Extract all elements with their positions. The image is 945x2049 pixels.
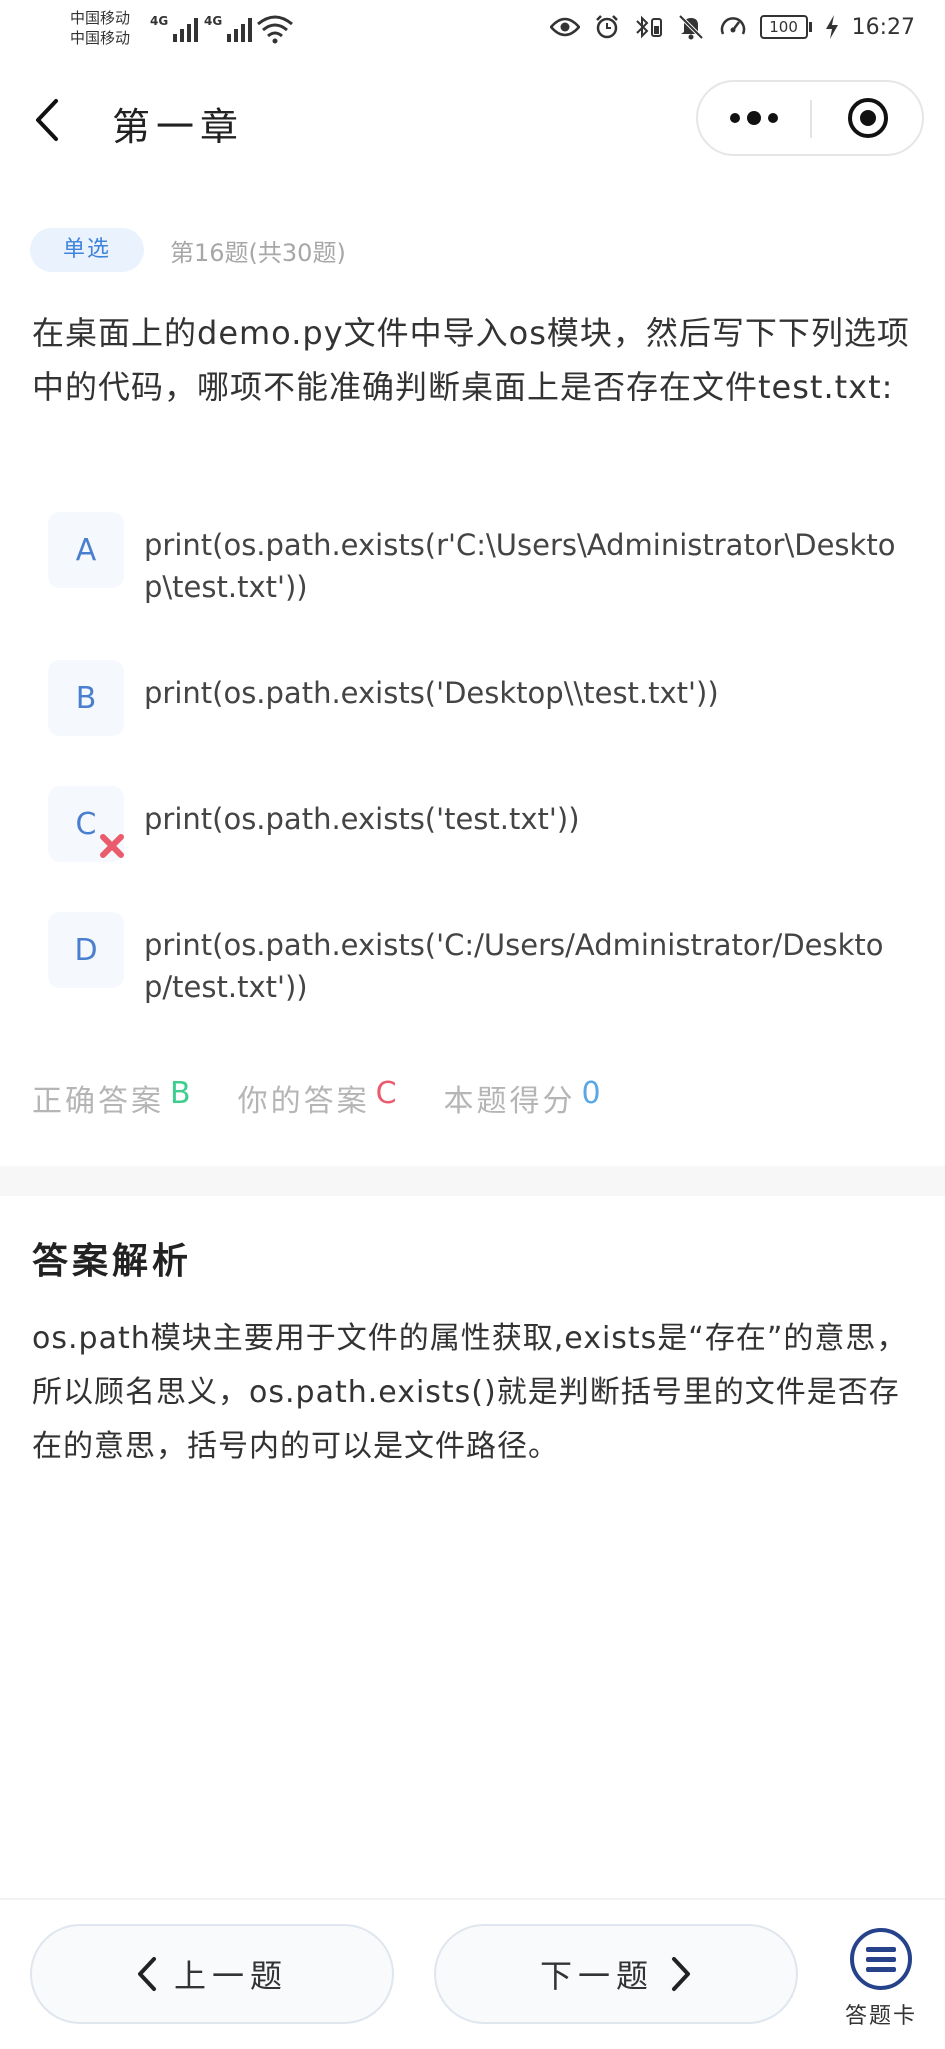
correct-answer-value: B [170, 1076, 194, 1111]
next-question-button[interactable]: 下一题 [434, 1924, 798, 2024]
option-letter: B [48, 660, 124, 736]
status-bar: 中国移动 中国移动 4G 4G 100 16:27 [0, 0, 945, 62]
close-mini-program-button[interactable] [812, 82, 924, 154]
wifi-icon [256, 14, 294, 48]
speedometer-icon [718, 12, 748, 42]
network-type-1: 4G [150, 14, 169, 28]
option-d[interactable]: D print(os.path.exists('C:/Users/Adminis… [48, 912, 908, 1008]
correct-answer-label: 正确答案 [32, 1084, 164, 1119]
next-question-label: 下一题 [539, 1957, 654, 1995]
previous-question-label: 上一题 [173, 1957, 288, 1995]
option-c[interactable]: C print(os.path.exists('test.txt')) [48, 786, 908, 862]
answer-result: 正确答案 B 你的答案 C 本题得分 0 [32, 1076, 604, 1120]
battery-level: 100 [759, 15, 808, 39]
option-text: print(os.path.exists(r'C:\Users\Administ… [144, 528, 896, 604]
page-title: 第一章 [112, 105, 245, 149]
option-a[interactable]: A print(os.path.exists(r'C:\Users\Admini… [48, 512, 908, 608]
option-text: print(os.path.exists('test.txt')) [144, 802, 580, 836]
option-letter-wrap: C [48, 786, 124, 862]
alarm-icon [592, 12, 622, 42]
network-type-2: 4G [204, 14, 223, 28]
option-b[interactable]: B print(os.path.exists('Desktop\\test.tx… [48, 660, 908, 736]
mini-program-capsule [696, 80, 924, 156]
option-letter: C [75, 806, 97, 842]
answer-card-label: 答题卡 [844, 2004, 917, 2029]
carrier-1: 中国移动 [70, 9, 131, 27]
status-right: 100 16:27 [549, 12, 915, 42]
your-answer-value: C [375, 1076, 400, 1111]
more-button[interactable] [698, 82, 810, 154]
wrong-x-icon [100, 834, 124, 858]
option-letter: D [48, 912, 124, 988]
question-header: 单选 第16题(共30题) [30, 228, 346, 272]
signal-icon-2: 4G [204, 14, 253, 42]
target-close-icon [848, 98, 888, 138]
eye-icon [549, 12, 580, 42]
chevron-left-icon [137, 1957, 156, 1991]
signal-icon-1: 4G [150, 14, 199, 42]
bottom-bar-divider [0, 1898, 945, 1900]
option-text: print(os.path.exists('C:/Users/Administr… [144, 928, 884, 1004]
section-divider [0, 1166, 945, 1196]
question-progress: 第16题(共30题) [170, 238, 346, 267]
question-type-badge: 单选 [30, 228, 144, 272]
chevron-right-icon [672, 1957, 690, 1991]
question-text: 在桌面上的demo.py文件中导入os模块，然后写下下列选项中的代码，哪项不能准… [32, 314, 910, 406]
battery-icon: 100 [759, 15, 812, 39]
option-letter: A [48, 512, 124, 588]
clock-time: 16:27 [851, 14, 915, 40]
analysis-title: 答案解析 [32, 1241, 193, 1282]
carrier-labels: 中国移动 中国移动 [70, 8, 130, 48]
carrier-2: 中国移动 [70, 29, 131, 47]
charging-icon [824, 12, 840, 42]
mute-bell-icon [676, 12, 706, 42]
more-dots-icon [730, 113, 740, 123]
back-button[interactable] [34, 94, 74, 146]
analysis-text: os.path模块主要用于文件的属性获取,exists是“存在”的意思，所以顾名… [32, 1321, 908, 1464]
navigation-bar: 第一章 [0, 70, 945, 170]
list-icon [850, 1928, 912, 1990]
bluetooth-battery-icon [634, 12, 664, 42]
score-value: 0 [581, 1076, 604, 1111]
chevron-left-icon [36, 99, 58, 141]
score-label: 本题得分 [443, 1084, 576, 1119]
previous-question-button[interactable]: 上一题 [30, 1924, 394, 2024]
option-text: print(os.path.exists('Desktop\\test.txt'… [144, 676, 719, 710]
answer-card-button[interactable]: 答题卡 [836, 1928, 926, 2038]
your-answer-label: 你的答案 [237, 1084, 370, 1119]
